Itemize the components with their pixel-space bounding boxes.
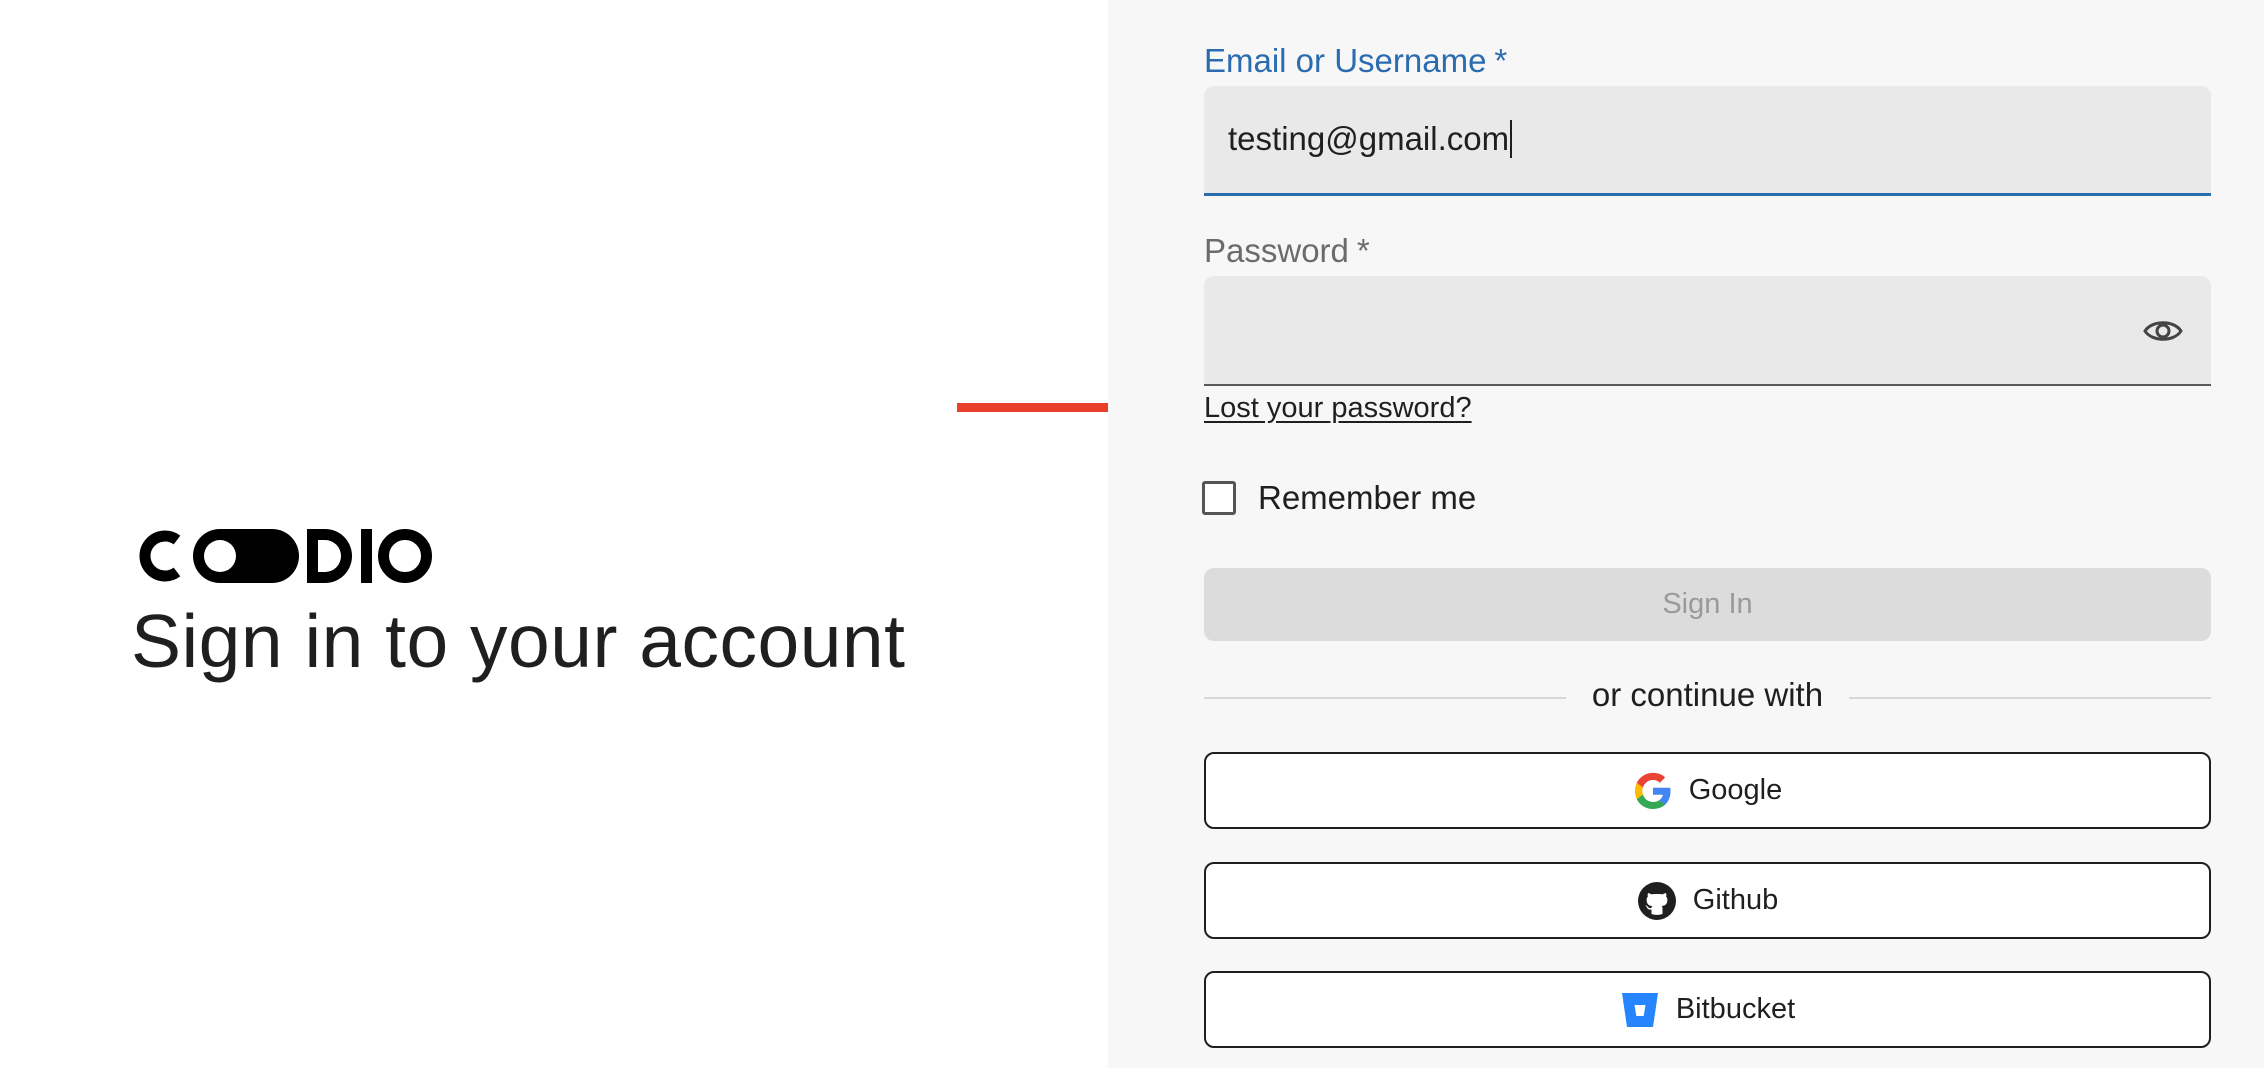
email-field-value: testing@gmail.com	[1228, 120, 1513, 158]
brand-panel: Sign in to your account	[0, 0, 1108, 1068]
oauth-divider: or continue with	[1204, 676, 2211, 720]
sign-in-button[interactable]: Sign In	[1204, 568, 2211, 641]
github-icon	[1637, 881, 1676, 920]
eye-icon[interactable]	[2143, 312, 2183, 350]
divider-text: or continue with	[1591, 676, 1824, 713]
email-field[interactable]: testing@gmail.com	[1204, 86, 2211, 196]
divider-line-right	[1849, 697, 2211, 699]
github-button-label: Github	[1692, 884, 1779, 916]
page-title: Sign in to your account	[131, 599, 906, 683]
email-value-text: testing@gmail.com	[1228, 120, 1510, 157]
google-icon	[1634, 772, 1671, 809]
lost-password-link[interactable]: Lost your password?	[1204, 392, 1472, 425]
codio-logo	[139, 529, 432, 583]
github-signin-button[interactable]: Github	[1204, 862, 2211, 939]
remember-me-checkbox[interactable]	[1202, 481, 1236, 515]
email-label-text: Email or Username	[1204, 42, 1487, 79]
email-label: Email or Username *	[1204, 42, 1507, 80]
bitbucket-icon	[1621, 992, 1658, 1027]
google-button-label: Google	[1688, 774, 1783, 806]
password-field[interactable]	[1204, 276, 2211, 386]
remember-me[interactable]: Remember me	[1202, 478, 1476, 518]
bitbucket-button-label: Bitbucket	[1675, 993, 1796, 1025]
text-caret	[1510, 120, 1513, 158]
sign-in-page: Sign in to your account Email or Usernam…	[0, 0, 2264, 1068]
google-signin-button[interactable]: Google	[1204, 752, 2211, 829]
password-label-text: Password	[1204, 232, 1349, 269]
bitbucket-signin-button[interactable]: Bitbucket	[1204, 971, 2211, 1048]
required-marker: *	[1356, 232, 1370, 269]
remember-me-label[interactable]: Remember me	[1258, 479, 1476, 517]
password-label: Password *	[1204, 232, 1370, 270]
required-marker: *	[1494, 42, 1508, 79]
